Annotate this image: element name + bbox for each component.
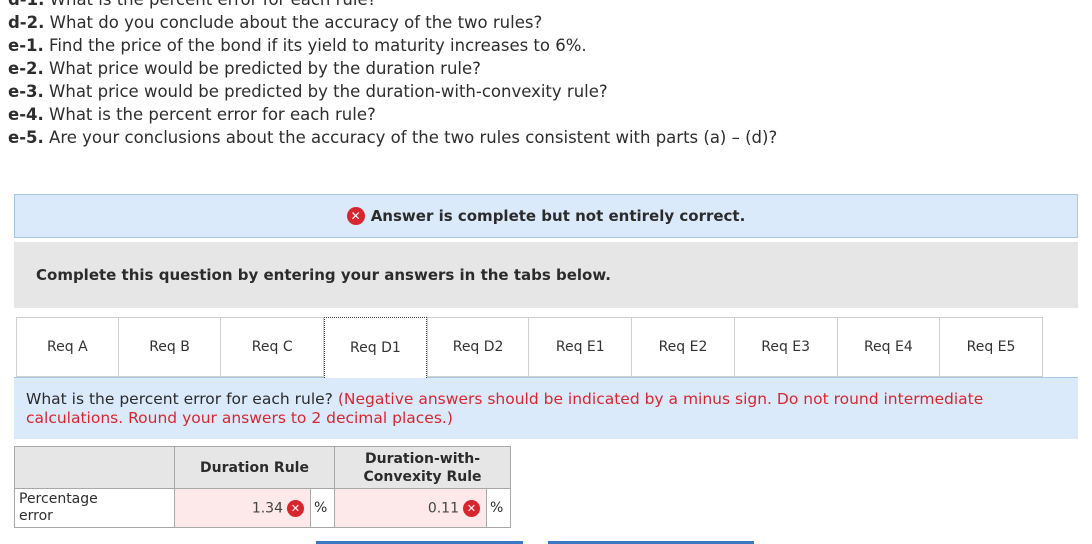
tab-req-c[interactable]: Req C xyxy=(221,317,325,377)
answer-status-text: Answer is complete but not entirely corr… xyxy=(370,207,746,225)
x-circle-icon: ✕ xyxy=(463,499,480,517)
req-tabs: Req A Req B Req C Req D1 Req D2 Req E1 R… xyxy=(16,317,1043,378)
tab-req-a[interactable]: Req A xyxy=(16,317,119,377)
x-circle-icon: ✕ xyxy=(346,207,365,225)
question-panel: What is the percent error for each rule?… xyxy=(14,377,1078,439)
x-circle-icon: ✕ xyxy=(287,499,304,517)
question-d1: d-1. What is the percent error for each … xyxy=(8,0,1088,11)
tab-req-e1[interactable]: Req E1 xyxy=(529,317,633,377)
percent-unit: % xyxy=(310,488,335,528)
header-blank xyxy=(14,446,175,489)
question-e4: e-4. What is the percent error for each … xyxy=(8,105,376,124)
tab-req-d1[interactable]: Req D1 xyxy=(324,317,427,378)
instruction-bar: Complete this question by entering your … xyxy=(14,242,1078,308)
convexity-input[interactable]: 0.11 ✕ xyxy=(334,488,487,528)
tab-req-e3[interactable]: Req E3 xyxy=(734,317,838,377)
tab-req-d2[interactable]: Req D2 xyxy=(426,317,530,377)
answer-status-banner: ✕ Answer is complete but not entirely co… xyxy=(14,194,1078,238)
question-d2: d-2. What do you conclude about the accu… xyxy=(8,13,543,32)
tab-req-b[interactable]: Req B xyxy=(118,317,222,377)
duration-input[interactable]: 1.34 ✕ xyxy=(174,488,311,528)
answer-table: Duration Rule Duration-with- Convexity Ru… xyxy=(14,446,511,528)
instruction-text: Complete this question by entering your … xyxy=(36,266,611,284)
question-list: d-1. What is the percent error for each … xyxy=(8,0,1088,149)
question-e2: e-2. What price would be predicted by th… xyxy=(8,59,481,78)
question-e3: e-3. What price would be predicted by th… xyxy=(8,82,608,101)
tab-req-e2[interactable]: Req E2 xyxy=(632,317,735,377)
table-row: Percentage error 1.34 ✕ % 0.11 ✕ % xyxy=(14,488,511,528)
header-duration-rule: Duration Rule xyxy=(174,446,335,489)
tab-req-e5[interactable]: Req E5 xyxy=(940,317,1043,377)
question-e1: e-1. Find the price of the bond if its y… xyxy=(8,36,587,55)
header-convexity-rule: Duration-with- Convexity Rule xyxy=(334,446,511,489)
percent-unit: % xyxy=(486,488,511,528)
question-e5: e-5. Are your conclusions about the accu… xyxy=(8,128,778,147)
panel-question: What is the percent error for each rule? xyxy=(26,390,333,408)
tab-req-e4[interactable]: Req E4 xyxy=(837,317,941,377)
row-label: Percentage error xyxy=(14,488,175,528)
